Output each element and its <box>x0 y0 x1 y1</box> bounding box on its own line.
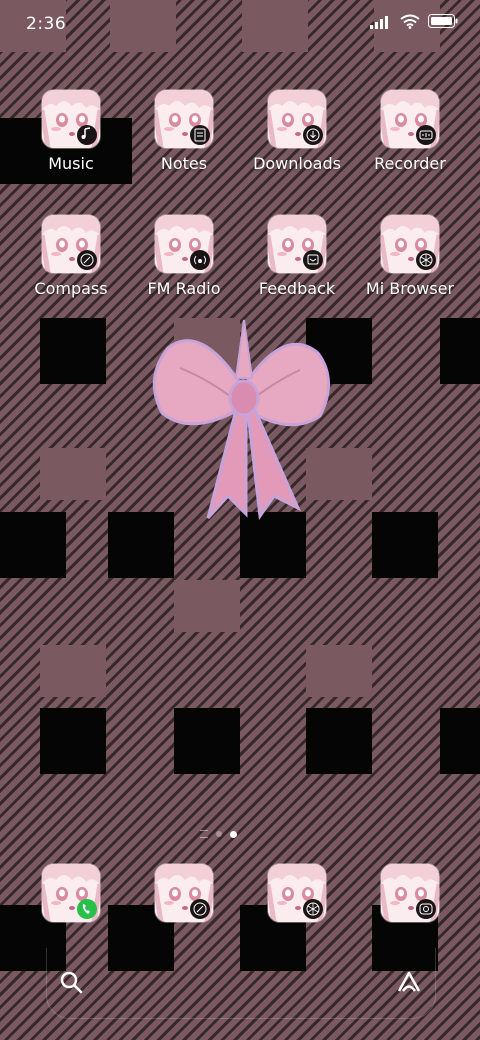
app-icon <box>381 215 439 273</box>
app-label: Music <box>48 154 94 173</box>
search-icon <box>60 971 83 994</box>
page-dot-list[interactable] <box>200 830 208 838</box>
app-music[interactable]: Music <box>15 90 127 174</box>
camera-icon <box>416 899 436 919</box>
assistant-icon <box>397 971 421 992</box>
browser-icon <box>416 250 436 270</box>
bow-icon <box>152 319 330 521</box>
status-bar: 2:36 <box>0 0 480 50</box>
app-label: Compass <box>34 279 108 298</box>
globe-icon <box>303 899 323 919</box>
app-label: FM Radio <box>147 279 221 298</box>
app-icon <box>268 864 326 922</box>
app-icon <box>42 864 100 922</box>
app-label: Feedback <box>258 279 336 298</box>
recorder-icon <box>416 125 436 145</box>
app-icon <box>155 90 213 148</box>
clock: 2:36 <box>26 14 67 34</box>
app-icon <box>268 215 326 273</box>
signal-icon <box>370 14 392 33</box>
app-icon <box>155 215 213 273</box>
dock-app-compass[interactable] <box>128 864 240 922</box>
app-compass[interactable]: Compass <box>15 215 127 299</box>
radio-icon <box>190 250 210 270</box>
compass-icon <box>190 899 210 919</box>
app-icon <box>381 864 439 922</box>
app-downloads[interactable]: Downloads <box>241 90 353 174</box>
page-indicator <box>200 830 237 838</box>
battery-icon <box>428 14 458 33</box>
search-button[interactable] <box>55 966 87 998</box>
search-panel <box>46 948 436 1019</box>
feedback-icon <box>303 250 323 270</box>
download-icon <box>303 125 323 145</box>
wifi-icon <box>400 14 420 33</box>
app-label: Recorder <box>374 154 446 173</box>
page-dot-2[interactable] <box>230 830 237 838</box>
app-label: Notes <box>160 154 208 173</box>
app-icon <box>155 864 213 922</box>
assistant-button[interactable] <box>393 966 425 998</box>
app-label: Downloads <box>253 154 341 173</box>
compass-icon <box>77 250 97 270</box>
dock-app-browser[interactable] <box>241 864 353 922</box>
app-recorder[interactable]: Recorder <box>354 90 466 174</box>
app-icon <box>42 90 100 148</box>
app-icon <box>42 215 100 273</box>
bow-widget[interactable] <box>150 318 334 526</box>
dock-app-camera[interactable] <box>354 864 466 922</box>
music-note-icon <box>77 125 97 145</box>
app-mi-browser[interactable]: Mi Browser <box>354 215 466 299</box>
note-icon <box>190 125 210 145</box>
app-fm-radio[interactable]: FM Radio <box>128 215 240 299</box>
phone-icon <box>77 899 97 919</box>
app-icon <box>268 90 326 148</box>
app-notes[interactable]: Notes <box>128 90 240 174</box>
dock-app-phone[interactable] <box>15 864 127 922</box>
app-icon <box>381 90 439 148</box>
app-feedback[interactable]: Feedback <box>241 215 353 299</box>
app-label: Mi Browser <box>365 279 455 298</box>
page-dot-1[interactable] <box>216 831 222 837</box>
